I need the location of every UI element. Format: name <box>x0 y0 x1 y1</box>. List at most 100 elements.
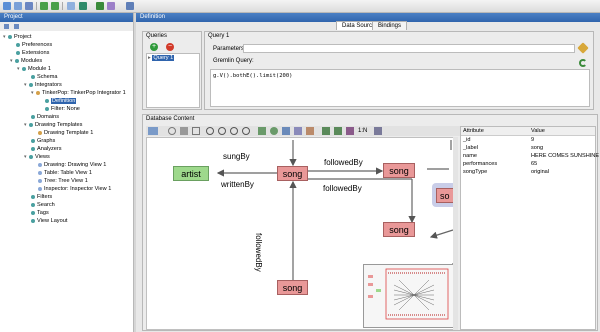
organic-layout-icon[interactable] <box>282 127 290 135</box>
table-row[interactable]: _id 9 <box>461 137 595 144</box>
pan-tool-icon[interactable] <box>180 127 188 135</box>
settings-icon[interactable] <box>107 2 115 10</box>
table-row[interactable]: name HERE COMES SUNSHINE <box>461 153 599 160</box>
tree-item-label: Drawing Templates <box>35 122 83 128</box>
tree-item-label: Table: Table View 1 <box>44 170 92 176</box>
refresh-icon[interactable] <box>96 2 104 10</box>
refresh-query-icon[interactable] <box>579 59 587 67</box>
tree-item-label: View Layout <box>37 218 68 224</box>
drawing-templates-icon <box>29 122 33 127</box>
tree-item-drawing-template-1[interactable]: Drawing Template 1 <box>38 129 93 137</box>
modules-icon <box>15 58 19 63</box>
save-icon[interactable] <box>14 2 22 10</box>
tree-item-tinkerpop-integrator[interactable]: ▾ TinkerPop: TinkerPop Integrator 1 <box>31 89 126 97</box>
tree-item-project[interactable]: ▾ Project <box>3 33 31 41</box>
tree-layout-icon[interactable] <box>294 127 302 135</box>
zoom-ratio-button[interactable]: 1:N <box>358 126 367 136</box>
layout-icon[interactable] <box>126 2 134 10</box>
tree-view-icon <box>38 178 42 183</box>
node-label: artist <box>181 169 201 179</box>
column-header-value: Value <box>531 128 545 134</box>
graph-scrollbar[interactable] <box>453 137 458 330</box>
table-row[interactable]: _label song <box>461 145 595 152</box>
tree-item-filter[interactable]: Filter: None <box>45 105 80 113</box>
graph-node-song[interactable]: song <box>383 222 415 237</box>
grid-icon[interactable] <box>374 127 382 135</box>
zoom-in-icon[interactable] <box>206 127 214 135</box>
tree-item-preferences[interactable]: Preferences <box>16 41 52 49</box>
parameters-field[interactable] <box>243 44 575 53</box>
tree-item-extensions[interactable]: Extensions <box>16 49 49 57</box>
tree-item-modules[interactable]: ▾ Modules <box>10 57 42 65</box>
graph-node-artist[interactable]: artist <box>173 166 209 181</box>
tree-item-view-layout[interactable]: View Layout <box>31 217 67 225</box>
add-query-icon[interactable]: + <box>150 43 158 51</box>
attribute-cell: performances <box>463 161 498 167</box>
tab-bindings[interactable]: Bindings <box>372 21 408 30</box>
tree-item-inspector-view[interactable]: Inspector: Inspector View 1 <box>38 185 111 193</box>
tree-item-tags[interactable]: Tags <box>31 209 49 217</box>
tree-item-analyzers[interactable]: Analyzers <box>31 145 62 153</box>
edge-label-writtenby: writtenBy <box>221 180 254 189</box>
graph-node-song[interactable]: song <box>277 166 308 181</box>
tree-item-label: Filters <box>37 194 53 200</box>
graph-edge <box>429 229 454 239</box>
zoom-out-icon[interactable] <box>218 127 226 135</box>
graph-node-song[interactable]: song <box>383 163 415 178</box>
expand-icon[interactable] <box>322 127 330 135</box>
collapse-all-icon[interactable] <box>4 24 9 29</box>
group-icon[interactable] <box>346 127 354 135</box>
export-icon[interactable] <box>79 2 87 10</box>
tree-item-graphs[interactable]: Graphs <box>31 137 55 145</box>
tree-item-label: Tree: Tree View 1 <box>44 178 88 184</box>
edit-parameters-icon[interactable] <box>577 42 589 54</box>
undo-icon[interactable] <box>40 2 48 10</box>
query-list: ▸ Query 1 <box>146 53 200 108</box>
tree-item-domains[interactable]: Domains <box>31 113 59 121</box>
preferences-icon <box>16 42 20 47</box>
save-all-icon[interactable] <box>25 2 33 10</box>
redo-icon[interactable] <box>51 2 59 10</box>
tree-item-search[interactable]: Search <box>31 201 55 209</box>
expand-all-icon[interactable] <box>14 24 19 29</box>
graph-node-song[interactable]: song <box>277 280 308 295</box>
tree-item-views[interactable]: ▾ Views <box>24 153 50 161</box>
attribute-cell: _id <box>463 137 471 143</box>
gremlin-query-editor[interactable]: g.V().bothE().limit(200) <box>210 69 590 107</box>
tree-item-module-1[interactable]: ▾ Module 1 <box>17 65 51 73</box>
circular-layout-icon[interactable] <box>270 127 278 135</box>
zoom-fit-icon[interactable] <box>230 127 238 135</box>
collapse-icon[interactable] <box>334 127 342 135</box>
tree-item-tree-view[interactable]: Tree: Tree View 1 <box>38 177 88 185</box>
tree-item-integrators[interactable]: ▾ Integrators <box>24 81 62 89</box>
layout-menu-icon[interactable] <box>148 127 158 135</box>
tree-item-label: Preferences <box>22 42 53 48</box>
remove-query-icon[interactable]: − <box>166 43 174 51</box>
table-row[interactable]: performances 65 <box>461 161 595 168</box>
query-list-item[interactable]: ▸ Query 1 <box>148 55 175 62</box>
table-row[interactable]: songType original <box>461 169 595 176</box>
radial-layout-icon[interactable] <box>306 127 314 135</box>
filters-icon <box>31 194 35 199</box>
tree-item-drawing-templates[interactable]: ▾ Drawing Templates <box>24 121 82 129</box>
zoom-selection-icon[interactable] <box>242 127 250 135</box>
tree-item-definition[interactable]: Definition <box>45 97 77 105</box>
tree-item-schema[interactable]: Schema <box>31 73 58 81</box>
tree-item-label: Filter: None <box>51 106 80 112</box>
tree-item-filters[interactable]: Filters <box>31 193 52 201</box>
hierarchical-layout-icon[interactable] <box>258 127 266 135</box>
open-icon[interactable] <box>3 2 11 10</box>
tree-item-label: Tags <box>37 210 49 216</box>
tree-item-label: Views <box>35 154 50 160</box>
graph-canvas[interactable]: artist song song song song so sungBy wri… <box>146 137 458 330</box>
tree-item-table-view[interactable]: Table: Table View 1 <box>38 169 92 177</box>
import-icon[interactable] <box>67 2 75 10</box>
select-tool-icon[interactable] <box>168 127 176 135</box>
search-icon <box>31 202 35 207</box>
tree-item-drawing-view[interactable]: Drawing: Drawing View 1 <box>38 161 106 169</box>
schema-icon <box>31 74 35 79</box>
graph-overview[interactable] <box>363 264 457 328</box>
node-label: song <box>282 169 303 179</box>
queries-label: Queries <box>146 33 168 39</box>
move-tool-icon[interactable] <box>192 127 200 135</box>
